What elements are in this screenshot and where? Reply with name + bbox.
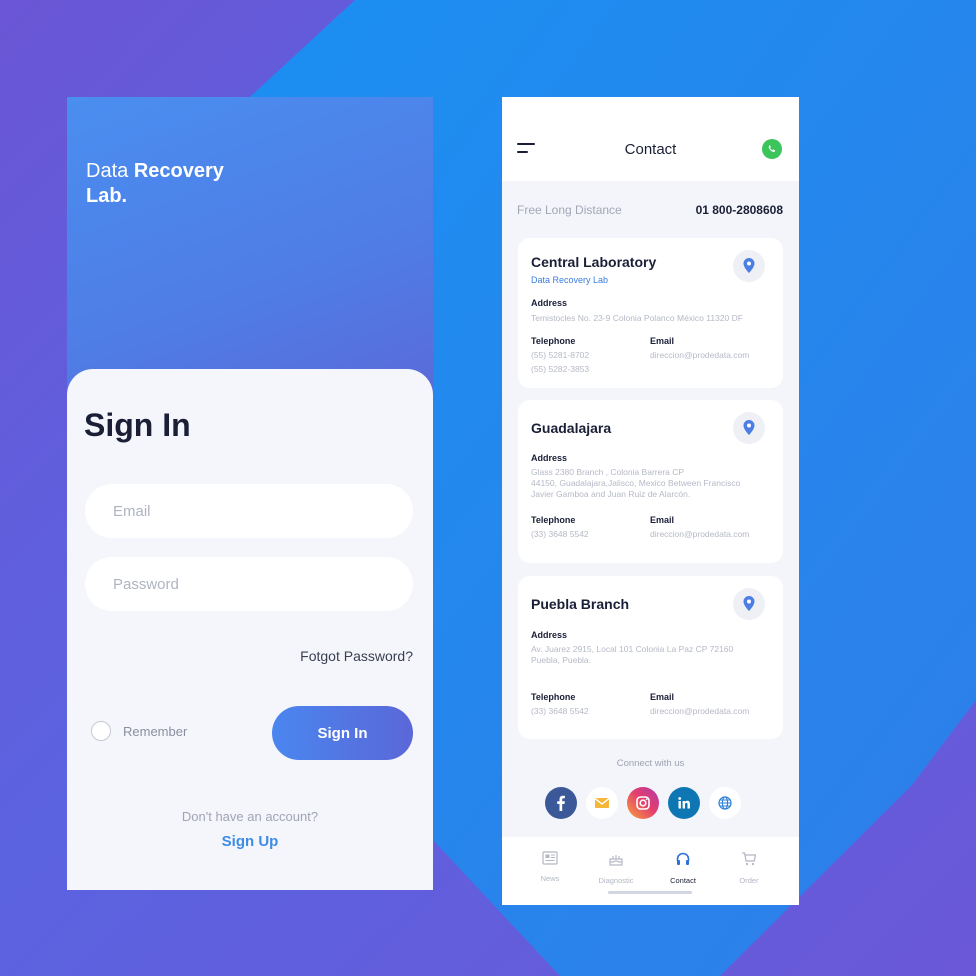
globe-icon[interactable] xyxy=(709,787,741,819)
brand-logo: Data Recovery Lab. xyxy=(86,159,306,209)
brand-text-bold-2: Lab. xyxy=(86,185,128,207)
tab-label: Diagnostic xyxy=(598,876,634,885)
mail-icon[interactable] xyxy=(586,787,618,819)
free-long-distance-number[interactable]: 01 800-2808608 xyxy=(696,203,783,217)
telephone-label: Telephone xyxy=(531,336,576,346)
signin-form: Sign In Fotgot Password? Remember Sign I… xyxy=(67,369,433,890)
card-title: Guadalajara xyxy=(531,420,612,436)
forgot-password-link[interactable]: Fotgot Password? xyxy=(300,648,413,664)
tab-diagnostic[interactable]: Diagnostic xyxy=(586,851,646,885)
address-line-3: Javier Gamboa and Juan Ruiz de Alarcón. xyxy=(531,489,691,499)
location-card-central: Central Laboratory Data Recovery Lab Add… xyxy=(518,238,783,388)
telephone-value[interactable]: (33) 3648 5542 xyxy=(531,529,589,540)
remember-radio[interactable] xyxy=(91,721,111,741)
password-field[interactable] xyxy=(85,557,413,611)
email-label: Email xyxy=(650,515,675,525)
cart-icon xyxy=(742,852,757,866)
page-title: Contact xyxy=(624,141,677,158)
tab-label: Order xyxy=(739,876,759,885)
tab-label: Contact xyxy=(670,876,696,885)
app-header: Contact xyxy=(502,97,799,181)
brand-text-bold: Recovery xyxy=(133,160,224,182)
tab-contact[interactable]: Contact xyxy=(653,851,713,885)
card-title: Central Laboratory xyxy=(531,254,657,270)
location-card-guadalajara: Guadalajara Address Glass 2380 Branch , … xyxy=(518,400,783,563)
facebook-icon[interactable] xyxy=(545,787,577,819)
remember-toggle[interactable]: Remember xyxy=(91,721,187,741)
tab-order[interactable]: Order xyxy=(719,851,779,885)
email-value[interactable]: direccion@prodedata.com xyxy=(650,529,749,540)
cake-icon xyxy=(609,855,623,866)
whatsapp-icon[interactable] xyxy=(762,139,782,159)
email-label: Email xyxy=(650,336,675,346)
address-line-2: Puebla, Puebla. xyxy=(531,655,592,665)
card-title: Puebla Branch xyxy=(531,596,630,612)
location-pin-icon[interactable] xyxy=(733,588,765,620)
brand-text-light: Data xyxy=(86,160,129,182)
location-pin-icon[interactable] xyxy=(733,412,765,444)
telephone-value-2[interactable]: (55) 5282-3853 xyxy=(531,364,589,375)
free-long-distance-label: Free Long Distance xyxy=(517,203,622,217)
address-line-1: Av. Juarez 2915, Local 101 Colonia La Pa… xyxy=(531,644,734,654)
sign-in-button[interactable]: Sign In xyxy=(272,706,413,760)
address-label: Address xyxy=(531,453,568,463)
email-value[interactable]: direccion@prodedata.com xyxy=(650,350,749,361)
instagram-icon[interactable] xyxy=(627,787,659,819)
address-label: Address xyxy=(531,630,568,640)
tab-news[interactable]: News xyxy=(520,851,580,883)
telephone-value[interactable]: (33) 3648 5542 xyxy=(531,706,589,717)
email-field[interactable] xyxy=(85,484,413,538)
page-title: Sign In xyxy=(84,407,191,443)
signin-screen: Data Recovery Lab. Sign In Fotgot Passwo… xyxy=(67,97,433,890)
location-pin-icon[interactable] xyxy=(733,250,765,282)
email-label: Email xyxy=(650,692,675,702)
card-subtitle: Data Recovery Lab xyxy=(531,275,609,285)
sign-up-link[interactable]: Sign Up xyxy=(67,833,433,850)
telephone-label: Telephone xyxy=(531,515,576,525)
address-value: Temistocles No. 23-9 Colonia Polanco Méx… xyxy=(531,313,743,323)
linkedin-icon[interactable] xyxy=(668,787,700,819)
telephone-value[interactable]: (55) 5281-8702 xyxy=(531,350,589,361)
contact-screen: Contact Free Long Distance 01 800-280860… xyxy=(502,97,799,905)
headset-icon xyxy=(676,852,690,865)
connect-with-us-label: Connect with us xyxy=(616,758,685,769)
address-label: Address xyxy=(531,298,568,308)
newspaper-icon xyxy=(542,851,558,865)
no-account-text: Don't have an account? xyxy=(181,809,319,824)
address-line-2: 44150, Guadalajara,Jalisco, Mexico Betwe… xyxy=(531,478,741,488)
tab-label: News xyxy=(540,874,560,883)
address-line-1: Glass 2380 Branch , Colonia Barrera CP xyxy=(531,467,685,477)
bottom-tab-bar: News Diagnostic Contact Order xyxy=(502,837,799,905)
remember-label: Remember xyxy=(123,723,188,739)
email-value[interactable]: direccion@prodedata.com xyxy=(650,706,749,717)
signin-hero: Data Recovery Lab. xyxy=(67,97,433,397)
home-indicator xyxy=(608,891,692,894)
telephone-label: Telephone xyxy=(531,692,576,702)
location-card-puebla: Puebla Branch Address Av. Juarez 2915, L… xyxy=(518,576,783,739)
